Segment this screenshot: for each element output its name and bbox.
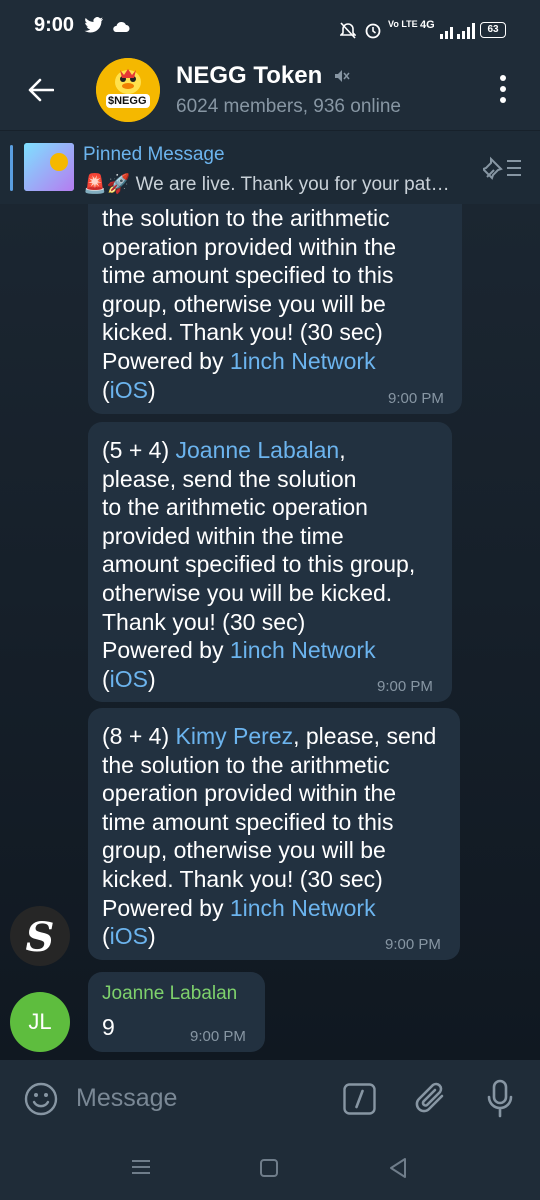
alarm-icon: [365, 23, 381, 39]
system-nav-bar: [0, 1136, 540, 1200]
paren-open: (: [102, 376, 110, 403]
battery-level: 63: [487, 24, 499, 35]
message-time: 9:00 PM: [388, 390, 444, 407]
group-avatar[interactable]: $NEGG: [96, 58, 160, 122]
message-time: 9:00 PM: [385, 936, 441, 953]
pinned-indicator: [10, 145, 13, 191]
back-arrow-icon[interactable]: [28, 78, 54, 102]
message-text: (5 + 4) Joanne Labalan, please, send the…: [102, 436, 447, 693]
paren-open: (: [102, 923, 110, 950]
message-text: 9: [102, 1014, 115, 1040]
status-time: 9:00: [34, 14, 75, 36]
sender-avatar-jl[interactable]: JL: [10, 992, 70, 1052]
message-text: the solution to the arithmetic operation…: [102, 204, 462, 404]
paren-close: ): [148, 923, 156, 950]
home-icon[interactable]: [259, 1158, 279, 1178]
mention-kimy[interactable]: Kimy Perez: [176, 723, 294, 749]
chat-area[interactable]: the solution to the arithmetic operation…: [0, 204, 540, 1060]
paren-open: (: [102, 665, 110, 692]
avatar-logo-text: $NEGG: [108, 95, 147, 107]
message-time: 9:00 PM: [190, 1028, 246, 1045]
sender-avatar-s[interactable]: S: [10, 906, 70, 966]
twitter-icon: [84, 17, 103, 33]
chat-header: $NEGG NEGG Token 6024 members, 936 onlin…: [0, 50, 540, 130]
pinned-thumbnail: [24, 143, 74, 191]
mention-joanne[interactable]: Joanne Labalan: [176, 437, 340, 463]
message-body: , please, send the solution to the arith…: [102, 723, 437, 921]
paren-close: ): [148, 376, 156, 403]
link-ios[interactable]: iOS: [110, 377, 148, 403]
duck-logo-icon: [96, 58, 160, 122]
pinned-text: 🚨🚀 We are live. Thank you for your pat…: [83, 174, 450, 195]
muted-speaker-icon: [335, 70, 350, 82]
link-ios[interactable]: iOS: [110, 923, 148, 949]
avatar-initials: JL: [28, 1009, 52, 1034]
chat-title[interactable]: NEGG Token: [176, 62, 322, 90]
link-1inch[interactable]: 1inch Network: [230, 895, 376, 921]
message-input[interactable]: Message: [76, 1084, 177, 1113]
paren-close: ): [148, 665, 156, 692]
message-time: 9:00 PM: [377, 678, 433, 695]
chat-subtitle: 6024 members, 936 online: [176, 96, 401, 117]
attach-icon[interactable]: [414, 1080, 450, 1118]
status-bar: 9:00 Vo LTE 4G 63: [0, 0, 540, 50]
microphone-icon[interactable]: [486, 1079, 514, 1119]
pinned-list-icon[interactable]: [483, 155, 523, 181]
bot-commands-icon[interactable]: [343, 1083, 376, 1115]
message-prefix: (5 + 4): [102, 437, 176, 463]
message-input-bar: Message: [0, 1060, 540, 1136]
avatar-initial: S: [25, 914, 55, 961]
pinned-label: Pinned Message: [83, 144, 225, 165]
volte-indicator: Vo LTE: [388, 19, 418, 29]
back-nav-icon[interactable]: [388, 1157, 408, 1179]
sender-name[interactable]: Joanne Labalan: [102, 983, 237, 1005]
signal-icon: [440, 23, 475, 39]
message-body: , please, send the solution to the arith…: [102, 437, 416, 664]
more-menu-icon[interactable]: [499, 74, 507, 104]
battery-icon: 63: [480, 22, 506, 38]
link-1inch[interactable]: 1inch Network: [230, 348, 376, 374]
link-ios[interactable]: iOS: [110, 666, 148, 692]
message-text: (8 + 4) Kimy Perez, please, send the sol…: [102, 722, 458, 951]
pinned-message-bar[interactable]: Pinned Message 🚨🚀 We are live. Thank you…: [0, 130, 540, 205]
link-1inch[interactable]: 1inch Network: [230, 637, 376, 663]
cloud-icon: [113, 21, 130, 32]
emoji-icon[interactable]: [24, 1082, 58, 1116]
mute-bell-icon: [340, 22, 356, 39]
network-type: 4G: [420, 19, 435, 31]
message-prefix: (8 + 4): [102, 723, 176, 749]
recents-icon[interactable]: [130, 1158, 152, 1176]
